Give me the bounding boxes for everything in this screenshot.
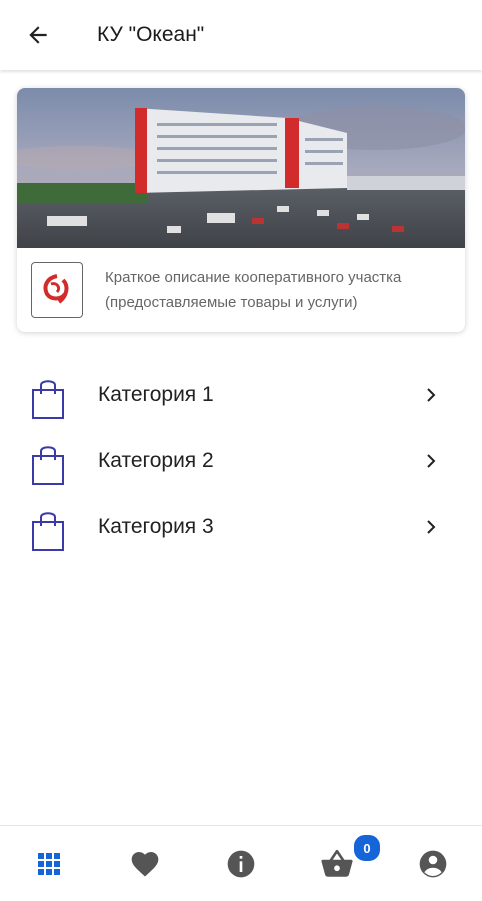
chevron-right-icon [427, 388, 436, 402]
nav-favorites-button[interactable] [125, 844, 165, 884]
chevron-right-icon [427, 520, 436, 534]
page-title: КУ "Океан" [97, 23, 205, 46]
nav-catalog-button[interactable] [29, 844, 69, 884]
shopping-bag-icon [32, 446, 64, 485]
category-item-3[interactable]: Категория 3 [0, 494, 482, 560]
account-icon [419, 850, 447, 878]
grid-icon [38, 853, 60, 875]
app-bar: КУ "Океан" [0, 0, 482, 70]
cart-count-badge: 0 [352, 833, 382, 863]
shop-description: Краткое описание кооперативного участка … [105, 269, 402, 311]
ocean-logo-icon [31, 262, 83, 318]
basket-icon [321, 849, 353, 877]
category-label: Категория 2 [98, 449, 214, 472]
chevron-right-icon [427, 454, 436, 468]
info-icon [227, 850, 255, 878]
category-list: Категория 1 Категория 2 Категория 3 [0, 362, 482, 560]
arrow-left-icon [29, 26, 47, 44]
shopping-bag-icon [32, 512, 64, 551]
shopping-bag-icon [32, 380, 64, 419]
shop-card[interactable]: Краткое описание кооперативного участка … [17, 88, 465, 332]
category-label: Категория 1 [98, 383, 214, 406]
category-label: Категория 3 [98, 515, 214, 538]
back-button[interactable] [18, 15, 58, 55]
nav-cart-button[interactable] [317, 844, 357, 884]
bottom-navigation [0, 825, 482, 901]
building-photo [17, 88, 465, 248]
nav-info-button[interactable] [221, 844, 261, 884]
category-item-1[interactable]: Категория 1 [0, 362, 482, 428]
card-info: Краткое описание кооперативного участка … [17, 248, 465, 332]
heart-icon [131, 852, 159, 877]
nav-profile-button[interactable] [413, 844, 453, 884]
category-item-2[interactable]: Категория 2 [0, 428, 482, 494]
